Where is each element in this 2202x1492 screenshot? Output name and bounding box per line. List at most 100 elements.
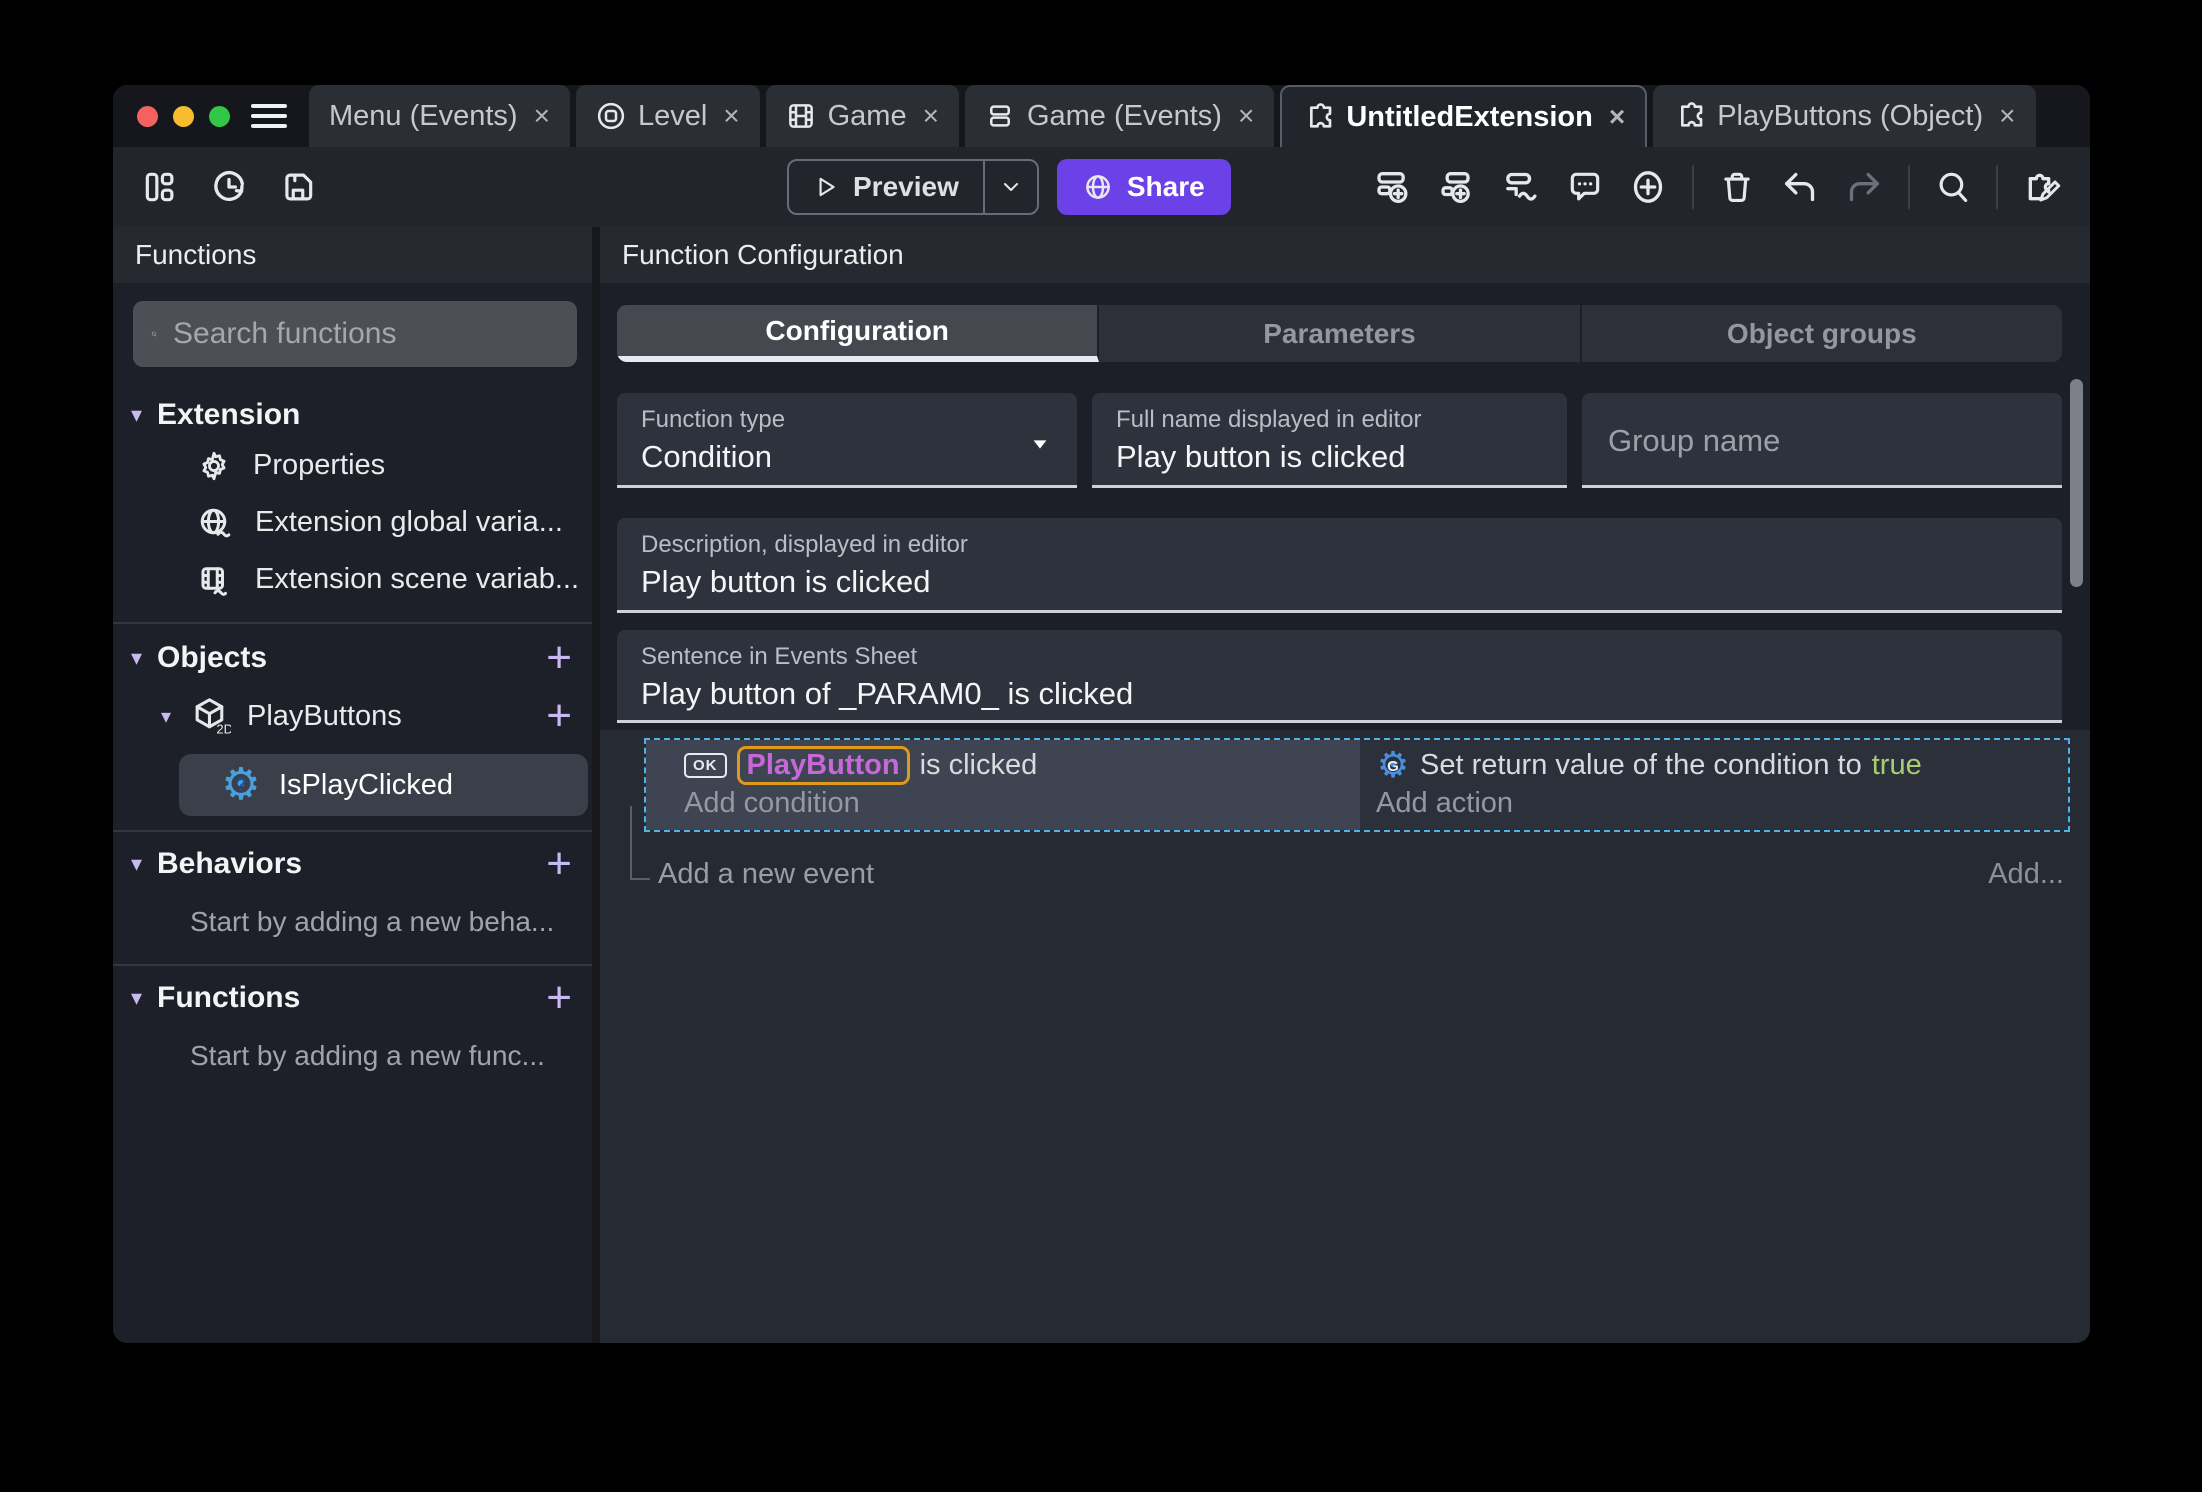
tab-menu-events[interactable]: Menu (Events) × <box>309 85 570 147</box>
tab-game[interactable]: Game × <box>765 85 959 147</box>
extension-tree: ▾ Extension Properties Extension global … <box>113 367 592 1076</box>
full-name-field[interactable]: Full name displayed in editor Play butto… <box>1092 393 1567 488</box>
vertical-scrollbar-thumb[interactable] <box>2070 379 2083 587</box>
app-window: Menu (Events) × Level × Game × Game (Eve… <box>113 85 2090 1343</box>
project-manager-icon <box>145 172 174 202</box>
tab-close-icon[interactable]: × <box>923 100 939 132</box>
tree-item-isplayclicked-selected[interactable]: ⚙ ? IsPlayClicked <box>179 754 588 816</box>
functions-sidebar: Functions ▾ Extension <box>113 227 600 1343</box>
tab-level[interactable]: Level × <box>575 85 760 147</box>
scene-variable-icon <box>201 566 227 596</box>
add-function-to-object-button[interactable]: + <box>546 694 572 738</box>
window-controls <box>113 85 309 147</box>
cube-2d-icon: 2D <box>195 698 231 736</box>
preview-button[interactable]: Preview <box>787 159 1039 215</box>
section-label: Behaviors <box>157 847 303 880</box>
tab-game-events[interactable]: Game (Events) × <box>964 85 1275 147</box>
tree-section-functions[interactable]: ▾ Functions + <box>113 976 592 1020</box>
add-event-icon <box>1377 172 1408 203</box>
event-tree-connector <box>630 806 650 880</box>
share-button[interactable]: Share <box>1056 159 1231 215</box>
sidebar-header: Functions <box>113 227 592 283</box>
tree-section-extension[interactable]: ▾ Extension <box>113 393 592 437</box>
chevron-down-icon <box>1003 183 1018 191</box>
search-functions-box[interactable] <box>133 301 577 367</box>
add-function-button[interactable]: + <box>546 976 572 1020</box>
expander-triangle-icon[interactable]: ▾ <box>131 985 157 1011</box>
close-window-button[interactable] <box>137 105 158 127</box>
history-clock-icon <box>214 171 244 201</box>
save-button[interactable] <box>279 168 317 206</box>
add-behavior-button[interactable]: + <box>546 842 572 886</box>
edit-extension-button[interactable] <box>2022 167 2062 207</box>
function-type-select[interactable]: Function type Condition <box>617 393 1077 488</box>
tree-section-objects[interactable]: ▾ Objects + <box>113 636 592 680</box>
expander-triangle-icon[interactable]: ▾ <box>161 704 191 729</box>
tab-close-icon[interactable]: × <box>723 100 739 132</box>
tab-close-icon[interactable]: × <box>534 100 550 132</box>
add-action-button[interactable]: Add action <box>1376 786 2068 820</box>
play-icon <box>819 177 835 197</box>
events-sheet: OK PlayButton is clicked Add condition ⚙… <box>600 730 2090 1343</box>
minimize-window-button[interactable] <box>173 105 194 127</box>
gear-icon <box>202 451 226 480</box>
preview-options-button[interactable] <box>985 175 1037 199</box>
main-toolbar: Preview Share <box>113 147 2090 227</box>
expander-triangle-icon[interactable]: ▾ <box>131 851 157 877</box>
tree-item-extension-global-variables[interactable]: Extension global varia... <box>113 494 592 551</box>
svg-text:2D: 2D <box>216 722 231 736</box>
event-conditions-column[interactable]: OK PlayButton is clicked Add condition <box>646 740 1360 830</box>
behaviors-empty-hint: Start by adding a new beha... <box>190 906 555 937</box>
search-events-button[interactable] <box>1934 168 1972 206</box>
puzzle-icon <box>1681 102 1703 127</box>
add-button[interactable] <box>1628 167 1668 207</box>
tab-close-icon[interactable]: × <box>1238 100 1254 132</box>
tree-item-playbuttons[interactable]: ▾ 2D PlayButtons + <box>113 690 592 742</box>
event-actions-column[interactable]: ⚙ G Set return value of the condition to… <box>1360 740 2068 830</box>
item-label: Extension scene variab... <box>255 563 580 595</box>
add-subevent-button[interactable] <box>1438 167 1478 207</box>
editor-tabbar: Menu (Events) × Level × Game × Game (Eve… <box>113 85 2090 147</box>
hamburger-menu-icon[interactable] <box>251 104 287 128</box>
add-new-event-button[interactable]: Add a new event <box>658 858 874 891</box>
redo-button[interactable] <box>1844 167 1884 207</box>
search-functions-input[interactable] <box>173 317 559 351</box>
undo-button[interactable] <box>1780 167 1820 207</box>
field-label: Sentence in Events Sheet <box>641 643 918 670</box>
add-other-events-button[interactable] <box>1502 167 1542 207</box>
tab-close-icon[interactable]: × <box>1999 100 2015 132</box>
zoom-window-button[interactable] <box>209 105 230 127</box>
tree-section-behaviors[interactable]: ▾ Behaviors + <box>113 842 592 886</box>
tab-object-groups[interactable]: Object groups <box>1582 305 2062 362</box>
field-value: Condition <box>641 439 772 474</box>
expander-triangle-icon[interactable]: ▾ <box>131 402 157 428</box>
version-history-button[interactable] <box>209 167 249 207</box>
field-placeholder: Group name <box>1608 423 1781 458</box>
action-text: Set return value of the condition to <box>1420 748 1862 781</box>
search-icon <box>151 331 157 337</box>
field-label: Full name displayed in editor <box>1116 406 1422 433</box>
tab-playbuttons-object[interactable]: PlayButtons (Object) × <box>1653 85 2036 147</box>
tree-item-extension-scene-variables[interactable]: Extension scene variab... <box>113 551 592 608</box>
tab-label: Game <box>827 99 907 132</box>
add-event-button[interactable] <box>1374 167 1414 207</box>
tab-configuration[interactable]: Configuration <box>617 305 1100 362</box>
selected-event[interactable]: OK PlayButton is clicked Add condition ⚙… <box>644 738 2070 832</box>
tab-untitled-extension[interactable]: UntitledExtension × <box>1280 85 1648 147</box>
add-more-button[interactable]: Add... <box>1988 858 2064 891</box>
expander-triangle-icon[interactable]: ▾ <box>131 645 157 671</box>
sentence-field[interactable]: Sentence in Events Sheet Play button of … <box>617 630 2062 723</box>
add-other-events-icon <box>1506 172 1537 201</box>
tab-close-icon[interactable]: × <box>1609 101 1625 133</box>
add-condition-button[interactable]: Add condition <box>684 786 1360 820</box>
project-manager-button[interactable] <box>141 168 179 206</box>
description-field[interactable]: Description, displayed in editor Play bu… <box>617 518 2062 613</box>
add-object-button[interactable]: + <box>546 636 572 680</box>
group-name-field[interactable]: Group name <box>1582 393 2062 488</box>
tab-parameters[interactable]: Parameters <box>1099 305 1582 362</box>
condition-object-chip[interactable]: PlayButton <box>736 745 910 785</box>
tree-item-properties[interactable]: Properties <box>113 437 592 494</box>
delete-button[interactable] <box>1718 168 1756 206</box>
section-label: Extension <box>157 398 301 431</box>
add-comment-button[interactable] <box>1566 168 1604 206</box>
